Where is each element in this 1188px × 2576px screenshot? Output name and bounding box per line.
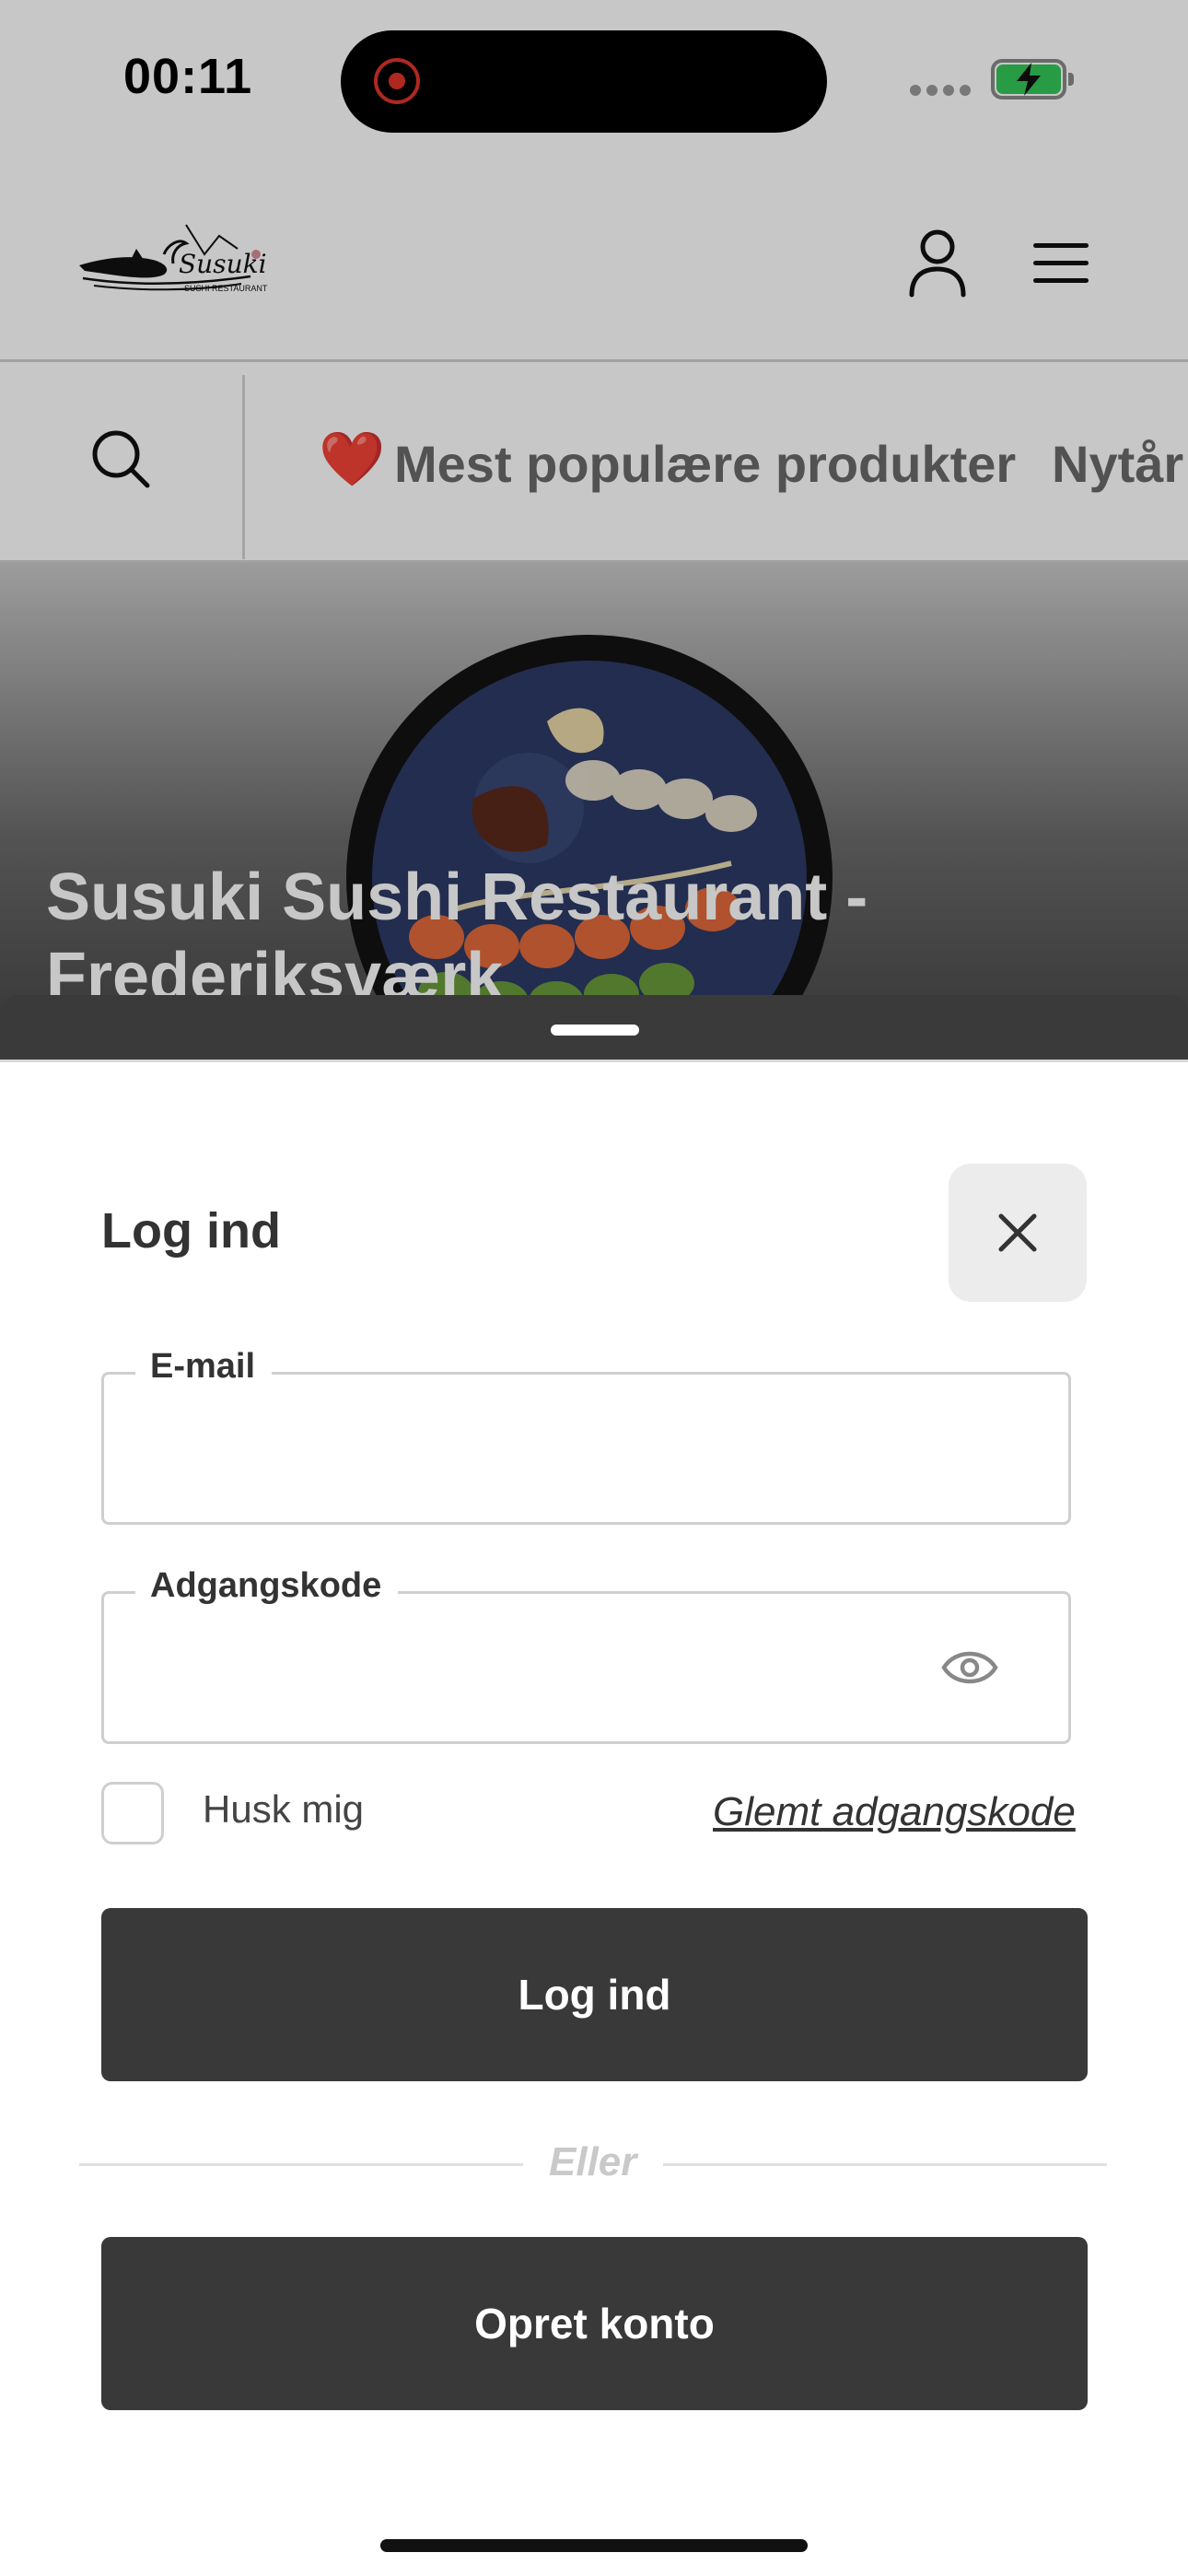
sheet-handle-bar[interactable]: [0, 995, 1188, 1060]
show-password-eye-icon[interactable]: [940, 1640, 999, 1695]
remember-me-checkbox[interactable]: [101, 1782, 164, 1844]
background-page: 00:11 Susuki SUSHI RESTAURANT ❤️ Mest po…: [0, 0, 1188, 1060]
login-title: Log ind: [101, 1203, 281, 1259]
divider-left: [79, 2163, 523, 2166]
remember-me-label[interactable]: Husk mig: [203, 1787, 364, 1832]
forgot-password-link[interactable]: Glemt adgangskode: [713, 1789, 1076, 1835]
login-button[interactable]: Log ind: [101, 1908, 1088, 2081]
close-icon: [998, 1213, 1037, 1252]
email-label: E-mail: [135, 1347, 273, 1387]
login-button-label: Log ind: [518, 1971, 671, 2019]
modal-backdrop[interactable]: [0, 0, 1188, 1060]
email-input[interactable]: [132, 1402, 961, 1494]
divider-right: [663, 2163, 1107, 2166]
or-divider-text: Eller: [549, 2139, 637, 2184]
close-button[interactable]: [949, 1164, 1087, 1302]
drag-handle[interactable]: [551, 1025, 639, 1036]
create-account-button-label: Opret konto: [474, 2300, 715, 2348]
email-field[interactable]: E-mail: [101, 1347, 1071, 1525]
password-label: Adgangskode: [135, 1566, 399, 1606]
password-field[interactable]: Adgangskode: [101, 1566, 1071, 1744]
create-account-button[interactable]: Opret konto: [101, 2237, 1088, 2410]
password-input[interactable]: [132, 1622, 961, 1714]
home-indicator[interactable]: [380, 2539, 808, 2552]
